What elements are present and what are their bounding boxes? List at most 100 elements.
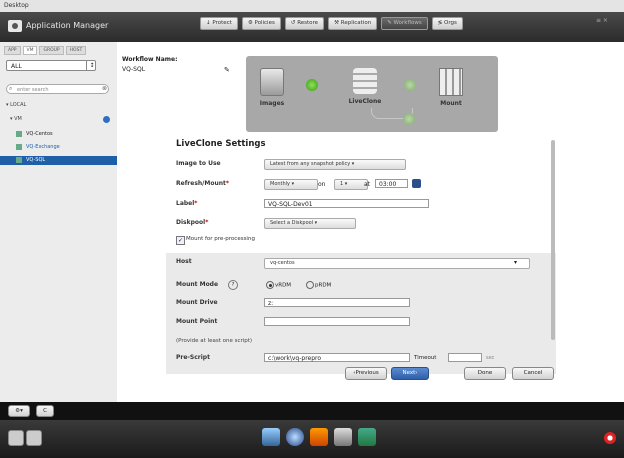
- clear-search-icon[interactable]: ⊗: [102, 85, 107, 92]
- vm-label: VQ-Exchange: [26, 144, 60, 150]
- refresh-frequency-select[interactable]: Monthly ▾: [264, 179, 318, 190]
- mount-point-input[interactable]: [264, 317, 410, 326]
- host-select[interactable]: vq-centos: [264, 258, 530, 269]
- nav-tab-1[interactable]: ⚙ Policies: [241, 17, 281, 30]
- diskpool-select[interactable]: Select a Diskpool ▾: [264, 218, 356, 229]
- mount-mode-vrdm[interactable]: vRDM: [266, 281, 291, 289]
- nav-tab-5[interactable]: ≶ Orgs: [431, 17, 463, 30]
- done-button[interactable]: Done: [464, 367, 506, 380]
- workflow-name-label: Workflow Name:: [122, 56, 178, 63]
- stack-taskbar-icon[interactable]: [310, 428, 328, 446]
- vm-list-item[interactable]: VQ-Exchange: [0, 143, 117, 152]
- top-navigation: ↓ Protect ⚙ Policies ↺ Restore ⚒ Replicatio…: [200, 17, 463, 30]
- sidebar: [0, 42, 118, 402]
- liveclone-step-label: LiveClone: [348, 98, 382, 105]
- vm-info-badge-icon[interactable]: [103, 116, 110, 123]
- prdm-radio[interactable]: [306, 281, 314, 289]
- timeout-label: Timeout: [414, 355, 437, 361]
- app-bottom-bar: [0, 402, 624, 420]
- liveclone-step[interactable]: LiveClone: [340, 68, 390, 105]
- image-to-use-select[interactable]: Latest from any snapshot policy ▾: [264, 159, 406, 170]
- script-hint: (Provide at least one script): [176, 338, 253, 344]
- refresh-time-input[interactable]: 03:00: [375, 179, 408, 188]
- window-controls-icon[interactable]: ≡ ×: [596, 17, 608, 24]
- app-title: Application Manager: [26, 21, 109, 30]
- sidebar-tab-app[interactable]: APP: [4, 46, 21, 55]
- tools-taskbar-icon[interactable]: [334, 428, 352, 446]
- step-connector-icon: [404, 79, 416, 91]
- sidebar-tab-group[interactable]: GROUP: [39, 46, 64, 55]
- settings-menu-button[interactable]: ⚙▾: [8, 405, 30, 417]
- app-manager-taskbar-icon[interactable]: [262, 428, 280, 446]
- nav-tab-4[interactable]: ✎ Workflows: [381, 17, 428, 30]
- images-disk-icon: [260, 68, 284, 96]
- vm-list-item[interactable]: VQ-SQL: [0, 156, 117, 165]
- settings-title: LiveClone Settings: [176, 139, 266, 149]
- mount-drive-input[interactable]: z:: [264, 298, 410, 307]
- mount-step[interactable]: Mount: [430, 68, 472, 107]
- at-label: at: [364, 181, 371, 188]
- search-input[interactable]: enter search: [6, 84, 109, 94]
- filter-select[interactable]: ALL: [6, 60, 96, 71]
- diskpool-label: Diskpool*: [176, 219, 209, 226]
- host-label: Host: [176, 258, 192, 265]
- next-button[interactable]: Next›: [391, 367, 429, 380]
- tree-node-local[interactable]: ▾ LOCAL: [6, 102, 26, 108]
- network-taskbar-icon[interactable]: [358, 428, 376, 446]
- images-step[interactable]: Images: [252, 68, 292, 107]
- camera-icon[interactable]: [26, 430, 42, 446]
- refresh-button[interactable]: C: [36, 405, 54, 417]
- vm-label: VQ-Centos: [26, 131, 53, 137]
- vm-list-item[interactable]: VQ-Centos: [0, 130, 117, 139]
- label-field-label: Label*: [176, 200, 198, 207]
- pre-script-input[interactable]: c:\work\vq-prepro: [264, 353, 410, 362]
- timeout-unit: sec: [486, 355, 495, 361]
- vm-icon: [16, 130, 22, 137]
- form-scrollbar[interactable]: [551, 140, 555, 340]
- vm-icon: [16, 156, 22, 163]
- mount-preprocessing-label: Mount for pre-processing: [186, 236, 255, 242]
- power-icon[interactable]: [8, 430, 24, 446]
- sidebar-tab-vm[interactable]: VM: [22, 46, 38, 55]
- host-dropdown-icon[interactable]: ▾: [514, 259, 517, 266]
- images-step-label: Images: [259, 100, 285, 107]
- mount-step-label: Mount: [440, 100, 462, 107]
- mount-preprocessing-checkbox[interactable]: ✓: [176, 236, 185, 245]
- mount-point-label: Mount Point: [176, 318, 218, 325]
- app-logo-icon: [8, 20, 22, 32]
- refresh-mount-label: Refresh/Mount*: [176, 180, 230, 187]
- nav-tab-0[interactable]: ↓ Protect: [200, 17, 238, 30]
- vrdm-radio[interactable]: [266, 281, 274, 289]
- workflow-loop-node-icon: [403, 113, 415, 125]
- filter-arrow-icon[interactable]: ↕: [86, 60, 97, 71]
- nav-tab-2[interactable]: ↺ Restore: [284, 17, 325, 30]
- search-icon: ⌕: [9, 85, 13, 92]
- mount-drive-icon: [439, 68, 463, 96]
- sidebar-tabs: APP VM GROUP HOST: [4, 46, 87, 55]
- previous-button[interactable]: ‹Previous: [345, 367, 387, 380]
- mount-drive-label: Mount Drive: [176, 299, 218, 306]
- workflow-name-value: VQ-SQL: [122, 66, 146, 73]
- cancel-button[interactable]: Cancel: [512, 367, 554, 380]
- desktop-title: Desktop: [4, 2, 29, 9]
- vm-label: VQ-SQL: [26, 157, 46, 163]
- image-to-use-label: Image to Use: [176, 160, 221, 167]
- vm-icon: [16, 143, 22, 150]
- timeout-input[interactable]: [448, 353, 482, 362]
- liveclone-stack-icon: [353, 68, 377, 94]
- mount-mode-label: Mount Mode: [176, 281, 219, 288]
- help-icon[interactable]: ?: [228, 280, 238, 290]
- mount-mode-prdm[interactable]: pRDM: [306, 281, 331, 289]
- help-lifebuoy-icon[interactable]: [604, 432, 616, 444]
- target-taskbar-icon[interactable]: [286, 428, 304, 446]
- tree-node-vm[interactable]: ▾ VM: [10, 116, 22, 122]
- nav-tab-3[interactable]: ⚒ Replication: [328, 17, 378, 30]
- refresh-day-select[interactable]: 1 ▾: [334, 179, 368, 190]
- edit-pencil-icon[interactable]: ✎: [224, 66, 230, 74]
- time-picker-icon[interactable]: [412, 179, 421, 188]
- sidebar-tab-host[interactable]: HOST: [65, 46, 87, 55]
- pre-script-label: Pre-Script: [176, 354, 210, 361]
- on-label: on: [318, 181, 326, 188]
- label-input[interactable]: VQ-SQL-Dev01: [264, 199, 429, 208]
- step-connector-icon: [306, 79, 318, 91]
